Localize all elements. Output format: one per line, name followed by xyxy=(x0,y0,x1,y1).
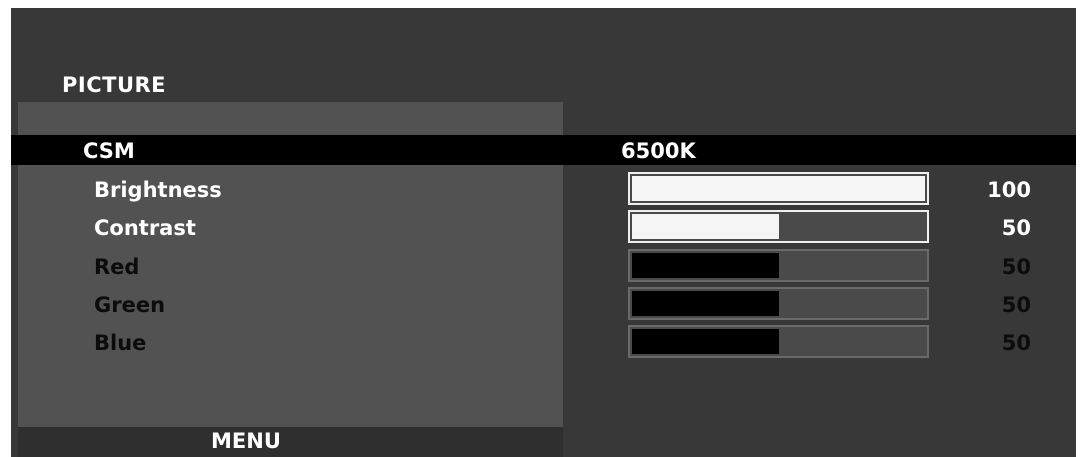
blue-value: 50 xyxy=(1001,331,1031,355)
red-value: 50 xyxy=(1001,255,1031,279)
blue-slider-fill xyxy=(632,329,779,354)
menu-title: PICTURE xyxy=(62,73,167,97)
red-slider[interactable] xyxy=(628,249,929,282)
green-slider-fill xyxy=(632,291,779,316)
contrast-label[interactable]: Contrast xyxy=(94,216,196,240)
contrast-value: 50 xyxy=(1001,216,1031,240)
brightness-value: 100 xyxy=(987,178,1031,202)
menu-footer-bar xyxy=(18,427,563,457)
osd-menu-window: PICTURE CSM 6500K Brightness 100 Contras… xyxy=(11,8,1076,457)
red-slider-fill xyxy=(632,253,779,278)
csm-row-highlight[interactable] xyxy=(11,135,1076,165)
menu-button-hint[interactable]: MENU xyxy=(211,429,281,453)
csm-value[interactable]: 6500K xyxy=(621,139,696,163)
csm-label[interactable]: CSM xyxy=(83,139,135,163)
red-label[interactable]: Red xyxy=(94,255,139,279)
blue-slider[interactable] xyxy=(628,325,929,358)
brightness-label[interactable]: Brightness xyxy=(94,178,222,202)
green-slider[interactable] xyxy=(628,287,929,320)
green-label[interactable]: Green xyxy=(94,293,165,317)
green-value: 50 xyxy=(1001,293,1031,317)
blue-label[interactable]: Blue xyxy=(94,331,146,355)
brightness-slider[interactable] xyxy=(628,172,929,205)
contrast-slider-fill xyxy=(632,214,779,239)
brightness-slider-fill xyxy=(632,176,925,201)
contrast-slider[interactable] xyxy=(628,210,929,243)
